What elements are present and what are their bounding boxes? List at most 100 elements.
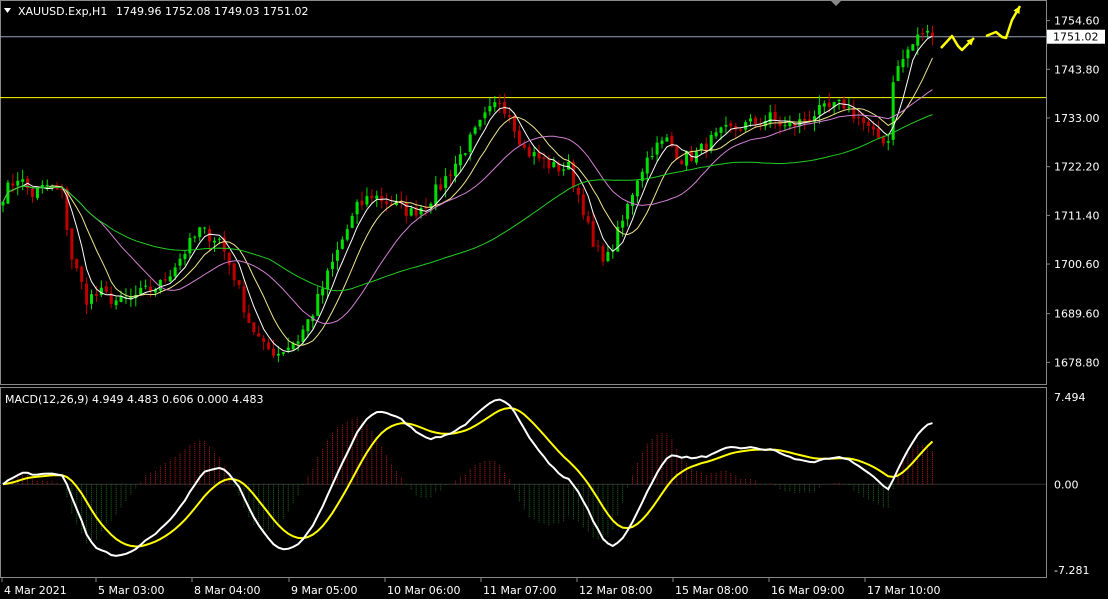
candle-body <box>360 200 364 206</box>
candle-body <box>857 117 861 119</box>
shift-marker-icon[interactable] <box>830 0 842 6</box>
candle-body <box>650 155 654 157</box>
candle-body <box>21 179 25 182</box>
candle-body <box>365 196 369 205</box>
price-panel[interactable] <box>0 0 1047 385</box>
candle-body <box>1 201 5 206</box>
price-tick-label: 1733.00 <box>1054 112 1100 125</box>
ma-long-line <box>2 114 933 292</box>
price-tick-label: 1678.80 <box>1054 356 1100 369</box>
time-tick-label: 12 Mar 08:00 <box>579 584 652 597</box>
time-tick-label: 15 Mar 08:00 <box>675 584 748 597</box>
price-tick-label: 1689.60 <box>1054 308 1100 321</box>
candle-body <box>576 187 580 195</box>
candle-body <box>434 184 438 204</box>
time-tick-label: 11 Mar 07:00 <box>483 584 556 597</box>
candle-body <box>522 144 526 148</box>
candle-body <box>817 104 821 115</box>
candle-body <box>626 204 630 220</box>
candle-body <box>429 203 433 207</box>
candle-body <box>188 237 192 254</box>
candle-body <box>370 195 374 199</box>
candle-body <box>739 129 743 131</box>
candle-body <box>596 245 600 247</box>
dropdown-triangle-icon[interactable] <box>4 8 11 13</box>
candle-body <box>542 157 546 159</box>
candle-body <box>463 153 467 155</box>
chart-area[interactable]: 1754.60 1743.80 1733.00 1722.20 1711.40 1700.… <box>0 0 1108 599</box>
candle-body <box>788 122 792 127</box>
candle-body <box>665 137 669 142</box>
candle-body <box>286 347 290 351</box>
candle-body <box>753 117 757 124</box>
candle-body <box>80 266 84 282</box>
candle-body <box>773 111 777 121</box>
time-tick-label: 9 Mar 05:00 <box>291 584 357 597</box>
candle-body <box>660 140 664 144</box>
time-tick-label: 4 Mar 2021 <box>4 584 67 597</box>
candle-body <box>719 127 723 133</box>
candle-body <box>532 152 536 157</box>
candle-body <box>921 32 925 35</box>
candle-body <box>508 115 512 118</box>
candle-body <box>355 201 359 215</box>
candle-body <box>45 184 49 186</box>
candle-body <box>562 169 566 171</box>
candle-body <box>70 228 74 260</box>
candle-body <box>635 180 639 197</box>
candle-body <box>257 333 261 337</box>
candle-body <box>517 130 521 145</box>
candle-body <box>331 261 335 270</box>
candle-body <box>178 258 182 266</box>
candle-body <box>783 125 787 127</box>
macd-label: MACD(12,26,9) 4.949 4.483 0.606 0.000 4.… <box>5 393 263 406</box>
candle-body <box>601 246 605 262</box>
candle-body <box>901 59 905 68</box>
candle-body <box>931 32 935 37</box>
candle-body <box>232 263 236 281</box>
candle-body <box>262 338 266 342</box>
candle-body <box>375 195 379 199</box>
candle-body <box>852 108 856 119</box>
candle-body <box>11 183 15 186</box>
candle-body <box>862 118 866 124</box>
candle-body <box>449 174 453 176</box>
candle-body <box>439 184 443 190</box>
candle-body <box>483 112 487 119</box>
time-tick-label: 8 Mar 04:00 <box>194 584 260 597</box>
price-panel-border <box>0 0 1047 385</box>
candle-body <box>321 288 325 296</box>
candle-body <box>699 143 703 151</box>
candle-body <box>404 202 408 217</box>
macd-tick-label: -7.281 <box>1054 564 1089 577</box>
candle-body <box>419 207 423 215</box>
candle-body <box>444 176 448 189</box>
candle-body <box>114 300 118 306</box>
candle-body <box>473 127 477 134</box>
price-tick-label: 1743.80 <box>1054 63 1100 76</box>
candle-body <box>547 158 551 169</box>
time-tick-label: 16 Mar 09:00 <box>771 584 844 597</box>
candle-body <box>281 352 285 354</box>
candle-body <box>827 102 831 108</box>
ohlc-readout: 1749.96 1752.08 1749.03 1751.02 <box>116 5 308 18</box>
time-tick-label: 17 Mar 10:00 <box>867 584 940 597</box>
candle-body <box>867 121 871 127</box>
candle-body <box>645 157 649 174</box>
macd-main-line <box>2 398 933 557</box>
candle-body <box>512 115 516 132</box>
candle-body <box>567 161 571 170</box>
candle-body <box>183 253 187 260</box>
candle-body <box>586 216 590 223</box>
candle-body <box>808 119 812 121</box>
candle-body <box>498 103 502 105</box>
candle-body <box>581 194 585 216</box>
macd-panel[interactable] <box>0 387 1047 578</box>
ma-slow-line <box>2 89 933 325</box>
candle-body <box>911 44 915 51</box>
macd-signal-line <box>2 406 934 548</box>
candle-body <box>276 353 280 356</box>
candle-body <box>193 236 197 238</box>
candle-body <box>237 280 241 285</box>
candle-body <box>306 319 310 332</box>
